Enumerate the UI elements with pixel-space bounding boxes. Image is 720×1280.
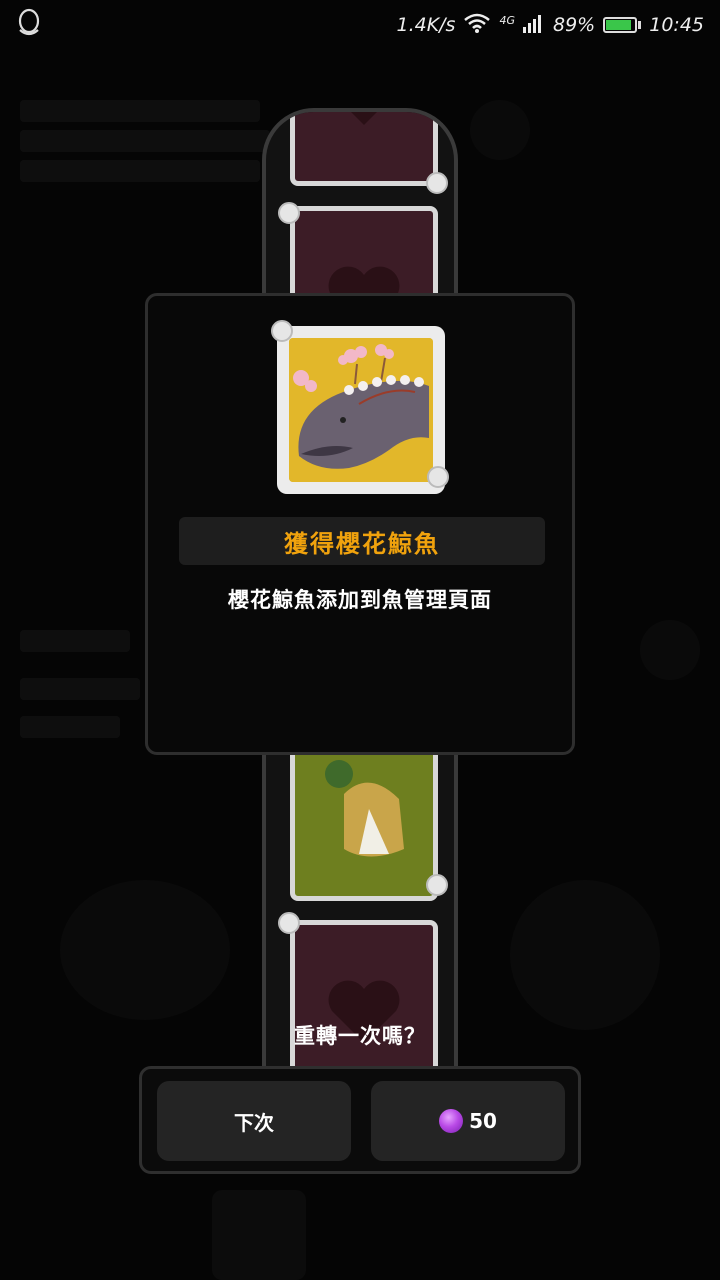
purple-gem-icon (439, 1109, 464, 1133)
bg-bottom-nav-item (212, 1190, 306, 1280)
shell-decoration-icon (426, 172, 448, 194)
reward-dialog: 獲得櫻花鯨魚 櫻花鯨魚添加到魚管理頁面 (145, 293, 575, 755)
shell-decoration-icon (426, 874, 448, 896)
shell-decoration-icon (271, 320, 293, 342)
slot-card-heart (290, 112, 438, 186)
network-type: 4G (499, 13, 515, 27)
clock: 10:45 (649, 14, 704, 36)
status-bar: 1.4K/s 4G 89% 10:45 (0, 0, 720, 50)
reward-title: 獲得櫻花鯨魚 (284, 529, 440, 558)
respin-question: 重轉一次嗎？ (294, 1024, 426, 1048)
reward-description: 櫻花鯨魚添加到魚管理頁面 (228, 588, 492, 612)
wifi-icon (463, 12, 491, 39)
shell-decoration-icon (278, 202, 300, 224)
respin-button[interactable]: 50 (371, 1081, 565, 1161)
next-time-button[interactable]: 下次 (157, 1081, 351, 1161)
shell-decoration-icon (427, 466, 449, 488)
signal-icon (523, 13, 545, 38)
battery-percent: 89% (553, 14, 596, 36)
heart-icon (351, 112, 377, 125)
network-speed: 1.4K/s (396, 14, 456, 36)
respin-action-panel: 下次 50 (139, 1066, 581, 1174)
sakura-whale-icon (289, 338, 433, 482)
battery-icon (603, 17, 642, 33)
respin-cost: 50 (469, 1109, 497, 1133)
reward-item-card (271, 320, 449, 494)
screen: 1.4K/s 4G 89% 10:45 獲得櫻花鯨魚 櫻花鯨魚添加到魚管理頁面 … (0, 0, 720, 1280)
shell-decoration-icon (278, 912, 300, 934)
bell-icon (325, 760, 404, 857)
qq-penguin-icon (16, 8, 42, 42)
reward-title-bar: 獲得櫻花鯨魚 (179, 517, 545, 565)
next-time-label: 下次 (234, 1110, 274, 1135)
